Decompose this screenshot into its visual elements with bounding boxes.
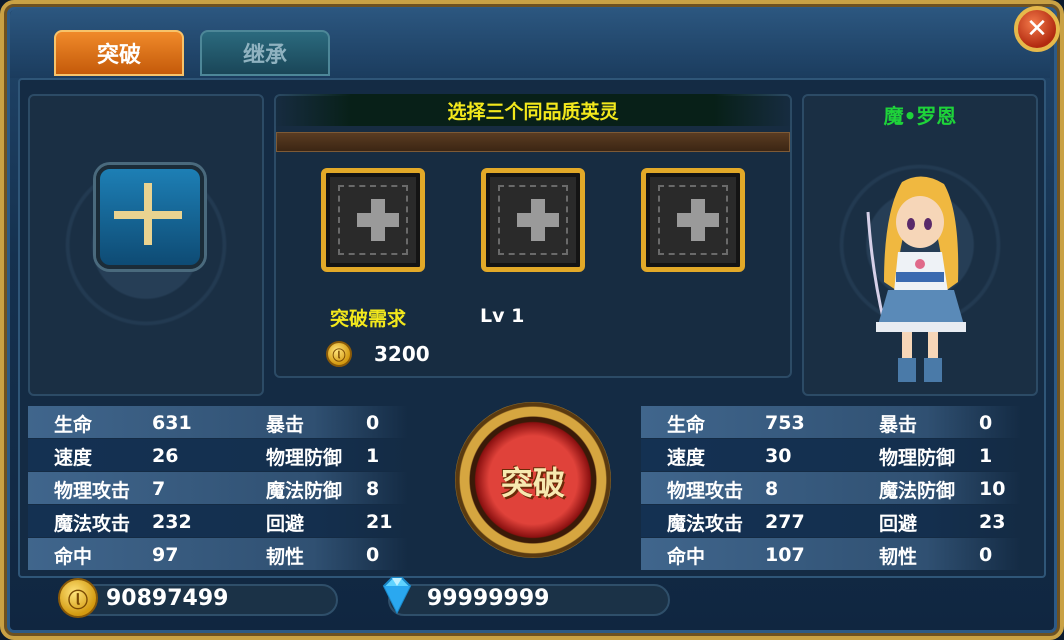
close-icon: ✕ — [1026, 14, 1048, 44]
stat-name: 韧性 — [879, 546, 918, 568]
stat-value: 277 — [765, 511, 805, 533]
stat-row: 命中 107 韧性 0 — [641, 538, 1021, 570]
stat-name: 生命 — [667, 414, 706, 436]
stat-name: 魔法防御 — [879, 480, 956, 502]
gold-amount: 90897499 — [106, 586, 229, 611]
plus-icon-bar — [517, 213, 559, 227]
stat-name: 暴击 — [266, 414, 305, 436]
stat-value: 21 — [366, 511, 393, 533]
stat-row: 速度 26 物理防御 1 — [28, 439, 408, 471]
diamond-icon — [382, 577, 412, 615]
hero-name: 魔•罗恩 — [883, 104, 957, 128]
stat-value: 97 — [152, 544, 179, 566]
stat-row: 速度 30 物理防御 1 — [641, 439, 1021, 471]
stat-name: 物理防御 — [266, 447, 343, 469]
stat-value: 232 — [152, 511, 192, 533]
stat-value: 0 — [366, 412, 380, 434]
material-slot-3[interactable] — [641, 168, 745, 272]
stat-name: 命中 — [54, 546, 93, 568]
stat-value: 10 — [979, 478, 1006, 500]
stat-row: 魔法攻击 232 回避 21 — [28, 505, 408, 537]
stat-name: 生命 — [54, 414, 93, 436]
material-slot-1[interactable] — [321, 168, 425, 272]
stat-value: 23 — [979, 511, 1006, 533]
add-hero-button[interactable] — [96, 165, 204, 269]
stat-value: 8 — [366, 478, 380, 500]
stat-name: 速度 — [54, 447, 93, 469]
stat-name: 速度 — [667, 447, 706, 469]
material-slot-2[interactable] — [481, 168, 585, 272]
divider-bar — [276, 132, 790, 152]
stat-row: 物理攻击 8 魔法防御 10 — [641, 472, 1021, 504]
hero-portrait — [866, 176, 966, 382]
plus-icon-bar — [357, 213, 399, 227]
stat-row: 物理攻击 7 魔法防御 8 — [28, 472, 408, 504]
close-button[interactable]: ✕ — [1014, 6, 1060, 52]
gem-amount: 99999999 — [427, 586, 550, 611]
stat-value: 107 — [765, 544, 805, 566]
stat-value: 7 — [152, 478, 166, 500]
stat-name: 魔法攻击 — [667, 513, 744, 535]
stat-name: 回避 — [879, 513, 918, 535]
stat-value: 1 — [979, 445, 993, 467]
select-title: 选择三个同品质英灵 — [274, 94, 792, 126]
stat-name: 命中 — [667, 546, 706, 568]
gold-coin-icon: ⓛ — [58, 578, 98, 618]
stat-name: 回避 — [266, 513, 305, 535]
plus-icon-bar — [677, 213, 719, 227]
plus-icon-bar — [114, 211, 182, 219]
requirement-label: 突破需求 — [330, 308, 407, 330]
stat-name: 魔法攻击 — [54, 513, 131, 535]
stat-value: 0 — [366, 544, 380, 566]
stat-value: 26 — [152, 445, 179, 467]
stat-value: 0 — [979, 544, 993, 566]
stat-value: 30 — [765, 445, 792, 467]
stat-name: 物理攻击 — [54, 480, 131, 502]
requirement-cost: 3200 — [374, 342, 430, 366]
stat-name: 韧性 — [266, 546, 305, 568]
stat-name: 暴击 — [879, 414, 918, 436]
stat-name: 物理防御 — [879, 447, 956, 469]
tab-breakthrough[interactable]: 突破 — [54, 30, 184, 76]
tab-inherit[interactable]: 继承 — [200, 30, 330, 76]
requirement-level: Lv 1 — [480, 305, 525, 327]
stat-row: 魔法攻击 277 回避 23 — [641, 505, 1021, 537]
gold-coin-icon: ⓛ — [326, 341, 352, 367]
stat-value: 1 — [366, 445, 380, 467]
stat-value: 8 — [765, 478, 779, 500]
stat-name: 魔法防御 — [266, 480, 343, 502]
stat-value: 0 — [979, 412, 993, 434]
stat-row: 生命 631 暴击 0 — [28, 406, 408, 438]
breakthrough-button-label[interactable]: 突破 — [455, 458, 611, 504]
stat-value: 753 — [765, 412, 805, 434]
stat-row: 命中 97 韧性 0 — [28, 538, 408, 570]
stat-value: 631 — [152, 412, 192, 434]
stat-row: 生命 753 暴击 0 — [641, 406, 1021, 438]
stat-name: 物理攻击 — [667, 480, 744, 502]
